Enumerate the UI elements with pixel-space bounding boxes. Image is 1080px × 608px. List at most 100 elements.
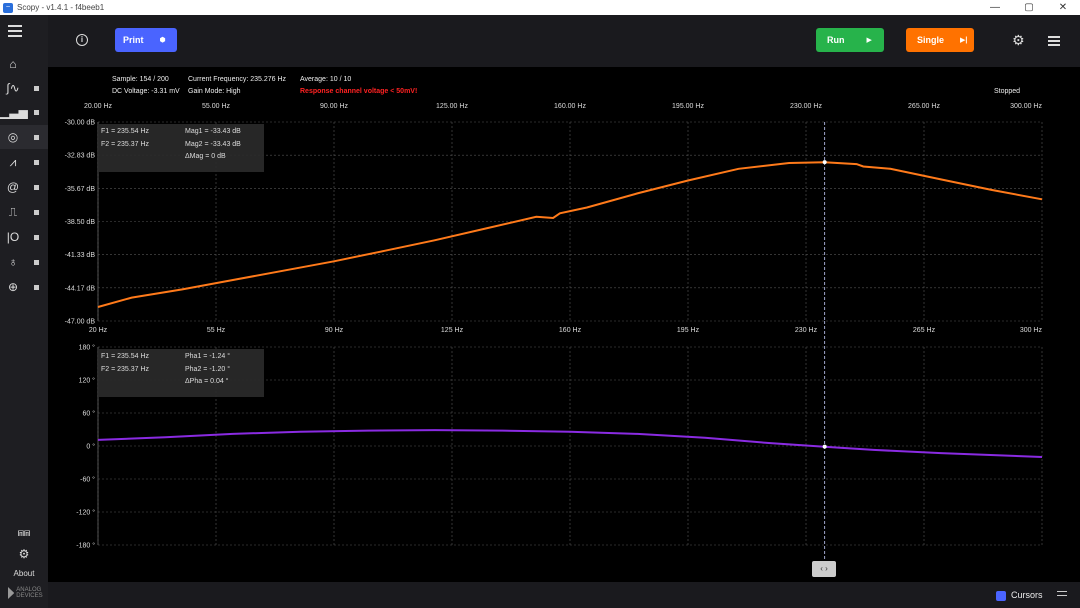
adi-triangle-icon xyxy=(8,587,15,599)
sidebar-item-voltmeter[interactable]: @ xyxy=(0,175,48,199)
cursors-label: Cursors xyxy=(1011,590,1043,600)
sidebar-item-pattern-generator[interactable]: ⎍ xyxy=(0,200,48,224)
maximize-button[interactable]: ▢ xyxy=(1012,2,1046,13)
y-tick-label: -30.00 dB xyxy=(65,120,96,127)
y-tick-label: -38.50 dB xyxy=(65,219,96,226)
tool-enable-indicator[interactable] xyxy=(34,85,39,91)
bode-plot[interactable]: -30.00 dB -32.83 dB -35.67 dB -38.50 dB -41.… xyxy=(48,67,1080,582)
bottom-bar: Cursors xyxy=(48,582,1080,608)
tool-enable-indicator[interactable] xyxy=(34,259,39,265)
top-x-tick-label: 300.00 Hz xyxy=(1010,103,1042,110)
mag-f1-readout: F1 = 235.54 Hz xyxy=(101,128,150,135)
bottom-x-tick-label: 300 Hz xyxy=(1020,327,1043,334)
mag1-readout: Mag1 = -33.43 dB xyxy=(185,128,241,135)
tool-enable-indicator[interactable] xyxy=(34,134,39,140)
home-icon: ⌂ xyxy=(9,57,17,71)
y-tick-label: 60 ° xyxy=(82,410,95,418)
pha2-readout: Pha2 = -1.20 ° xyxy=(185,365,230,373)
y-tick-label: 0 ° xyxy=(86,443,95,451)
sidebar-item-home[interactable]: ⌂ xyxy=(0,52,48,76)
top-x-tick-label: 265.00 Hz xyxy=(908,103,940,110)
bottom-x-tick-label: 20 Hz xyxy=(89,327,108,334)
sidebar-item-oscilloscope[interactable]: ∫∿ xyxy=(0,76,48,100)
network-analyzer-icon: ◎ xyxy=(7,130,19,144)
y-tick-label: -44.17 dB xyxy=(65,285,96,292)
tool-enable-indicator[interactable] xyxy=(34,159,39,165)
cursors-menu-icon[interactable] xyxy=(1057,591,1067,598)
title-bar: ~ Scopy - v1.4.1 - f4beeb1 — ▢ ✕ xyxy=(0,0,1080,15)
general-settings-icon[interactable] xyxy=(1048,36,1060,48)
top-x-tick-label: 90.00 Hz xyxy=(320,103,349,110)
y-tick-label: -180 ° xyxy=(76,542,95,550)
bottom-x-tick-label: 230 Hz xyxy=(795,327,818,334)
voltmeter-icon: @ xyxy=(6,180,20,194)
top-x-tick-label: 160.00 Hz xyxy=(554,103,586,110)
tool-enable-indicator[interactable] xyxy=(34,109,39,115)
tool-enable-indicator[interactable] xyxy=(34,209,39,215)
scroll-handle[interactable]: ‹ › xyxy=(812,561,836,577)
top-toolbar: i Print ⬢ Run ▶ Single ▶| ⚙ xyxy=(48,15,1080,67)
tool-enable-indicator[interactable] xyxy=(34,284,39,290)
power-supply-icon: ♁ xyxy=(8,255,18,269)
preferences-gear-icon[interactable]: ⚙ xyxy=(0,547,48,561)
about-button[interactable]: About xyxy=(0,569,48,578)
pha-f2-readout: F2 = 235.37 Hz xyxy=(101,366,150,373)
minimize-button[interactable]: — xyxy=(978,2,1012,13)
cursor-marker xyxy=(822,444,827,449)
y-tick-label: -41.33 dB xyxy=(65,252,96,259)
dpha-readout: ΔPha = 0.04 ° xyxy=(185,377,229,385)
bottom-x-tick-label: 125 Hz xyxy=(441,327,464,334)
y-tick-label: 120 ° xyxy=(79,377,96,385)
close-button[interactable]: ✕ xyxy=(1046,2,1080,13)
window-title: Scopy - v1.4.1 - f4beeb1 xyxy=(17,3,105,12)
bottom-x-tick-label: 90 Hz xyxy=(325,327,344,334)
logic-analyzer-icon: ⊕ xyxy=(7,280,19,294)
bottom-x-tick-label: 160 Hz xyxy=(559,327,582,334)
y-tick-label: 180 ° xyxy=(79,344,96,352)
single-button[interactable]: Single ▶| xyxy=(906,28,974,52)
tool-enable-indicator[interactable] xyxy=(34,234,39,240)
connect-devices-icon[interactable]: ⩎⩎ xyxy=(0,527,48,540)
sidebar-item-power-supply[interactable]: ♁ xyxy=(0,250,48,274)
sidebar-item-logic-analyzer[interactable]: ⊕ xyxy=(0,275,48,299)
sidebar-item-digital-io[interactable]: |O xyxy=(0,225,48,249)
cursor-marker xyxy=(822,160,827,165)
oscilloscope-icon: ∫∿ xyxy=(6,81,20,95)
y-tick-label: -120 ° xyxy=(76,509,95,517)
analog-devices-logo: ANALOG DEVICES xyxy=(8,585,44,601)
run-button[interactable]: Run ▶ xyxy=(816,28,884,52)
print-icon: ⬢ xyxy=(159,37,166,44)
bottom-x-tick-label: 265 Hz xyxy=(913,327,936,334)
sidebar-item-signal-generator[interactable]: ⩘ xyxy=(0,150,48,174)
run-label: Run xyxy=(827,35,845,45)
print-button[interactable]: Print ⬢ xyxy=(115,28,177,52)
spectrum-icon: ▁▃▅ xyxy=(0,105,28,119)
bottom-x-tick-label: 55 Hz xyxy=(207,327,226,334)
bottom-x-tick-label: 195 Hz xyxy=(677,327,700,334)
hamburger-menu-icon[interactable] xyxy=(8,25,22,37)
digital-io-icon: |O xyxy=(6,230,20,244)
dmag-readout: ΔMag = 0 dB xyxy=(185,153,226,160)
cursors-checkbox[interactable] xyxy=(996,591,1006,601)
pha1-readout: Pha1 = -1.24 ° xyxy=(185,352,230,360)
pha-f1-readout: F1 = 235.54 Hz xyxy=(101,353,150,360)
step-icon: ▶| xyxy=(960,37,968,44)
sidebar-item-network-analyzer[interactable]: ◎ xyxy=(0,125,48,149)
play-icon: ▶ xyxy=(866,37,872,44)
scopy-logo-icon: ~ xyxy=(3,2,13,13)
sidebar-item-spectrum[interactable]: ▁▃▅ xyxy=(0,100,48,124)
top-x-tick-label: 125.00 Hz xyxy=(436,103,468,110)
y-tick-label: -32.83 dB xyxy=(65,153,96,160)
plot-area: Sample: 154 / 200 DC Voltage: -3.31 mV C… xyxy=(48,67,1080,582)
mag2-readout: Mag2 = -33.43 dB xyxy=(185,141,241,148)
single-label: Single xyxy=(917,35,945,45)
pattern-generator-icon: ⎍ xyxy=(8,204,18,219)
tool-enable-indicator[interactable] xyxy=(34,184,39,190)
settings-gear-icon[interactable]: ⚙ xyxy=(1012,32,1025,49)
top-x-tick-label: 230.00 Hz xyxy=(790,103,822,110)
top-x-tick-label: 195.00 Hz xyxy=(672,103,704,110)
info-icon[interactable]: i xyxy=(76,34,88,46)
print-label: Print xyxy=(123,35,144,45)
signal-generator-icon: ⩘ xyxy=(9,154,17,169)
adi-logo-text: ANALOG DEVICES xyxy=(16,587,43,599)
